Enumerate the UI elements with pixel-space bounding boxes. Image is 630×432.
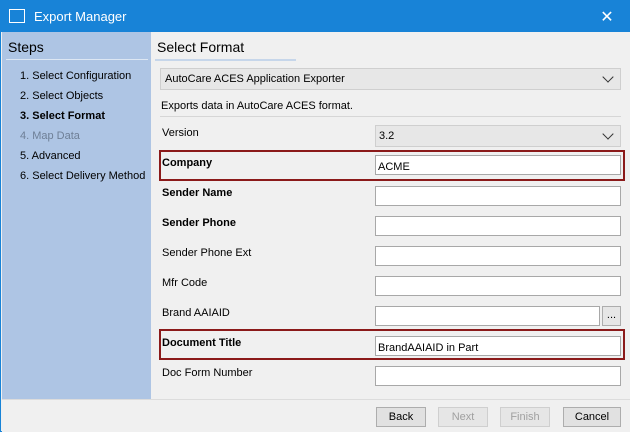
format-description: Exports data in AutoCare ACES format.: [161, 100, 353, 112]
brand-aaiaid-browse-button[interactable]: ...: [602, 306, 621, 326]
chevron-down-icon: [602, 128, 614, 140]
steps-divider: [6, 59, 148, 60]
sender-name-field[interactable]: [375, 186, 621, 206]
button-bar: Back Next Finish Cancel: [2, 399, 630, 432]
mfr-code-field[interactable]: [375, 276, 621, 296]
title-bar[interactable]: Export Manager ✕: [1, 1, 629, 32]
close-button[interactable]: ✕: [585, 1, 629, 32]
document-title-label: Document Title: [162, 337, 242, 349]
step-map-data: 4. Map Data: [20, 130, 80, 142]
main-panel: Select Format AutoCare ACES Application …: [151, 32, 630, 399]
mfr-code-label: Mfr Code: [162, 277, 208, 289]
version-dropdown-value: 3.2: [379, 130, 395, 142]
title-underline: [155, 59, 296, 61]
sender-phone-field[interactable]: [375, 216, 621, 236]
window-icon: [9, 9, 25, 23]
brand-aaiaid-label: Brand AAIAID: [162, 307, 230, 319]
step-advanced[interactable]: 5. Advanced: [20, 150, 81, 162]
export-manager-window: Export Manager ✕ Steps 1. Select Configu…: [0, 0, 630, 432]
doc-form-number-field[interactable]: [375, 366, 621, 386]
sender-phone-ext-label: Sender Phone Ext: [162, 247, 252, 259]
step-select-objects[interactable]: 2. Select Objects: [20, 90, 103, 102]
company-label: Company: [162, 157, 213, 169]
step-select-format[interactable]: 3. Select Format: [20, 110, 105, 122]
company-field[interactable]: [375, 155, 621, 175]
sender-phone-label: Sender Phone: [162, 217, 236, 229]
steps-sidebar: Steps 1. Select Configuration 2. Select …: [2, 32, 151, 399]
doc-form-number-label: Doc Form Number: [162, 367, 253, 379]
back-button[interactable]: Back: [376, 407, 426, 427]
sender-phone-ext-field[interactable]: [375, 246, 621, 266]
chevron-down-icon: [602, 71, 614, 83]
close-icon: ✕: [600, 8, 614, 26]
document-title-field[interactable]: [375, 336, 621, 356]
version-dropdown[interactable]: 3.2: [375, 125, 621, 147]
page-title: Select Format: [157, 39, 245, 55]
next-button: Next: [438, 407, 488, 427]
cancel-button[interactable]: Cancel: [563, 407, 621, 427]
step-select-delivery-method[interactable]: 6. Select Delivery Method: [20, 170, 145, 182]
brand-aaiaid-field[interactable]: [375, 306, 600, 326]
sender-name-label: Sender Name: [162, 187, 233, 199]
format-dropdown-value: AutoCare ACES Application Exporter: [165, 73, 345, 85]
description-divider: [160, 116, 621, 117]
steps-title: Steps: [8, 39, 44, 55]
window-title: Export Manager: [34, 9, 127, 24]
step-select-configuration[interactable]: 1. Select Configuration: [20, 70, 131, 82]
finish-button: Finish: [500, 407, 550, 427]
format-dropdown[interactable]: AutoCare ACES Application Exporter: [160, 68, 621, 90]
version-label: Version: [162, 127, 199, 139]
